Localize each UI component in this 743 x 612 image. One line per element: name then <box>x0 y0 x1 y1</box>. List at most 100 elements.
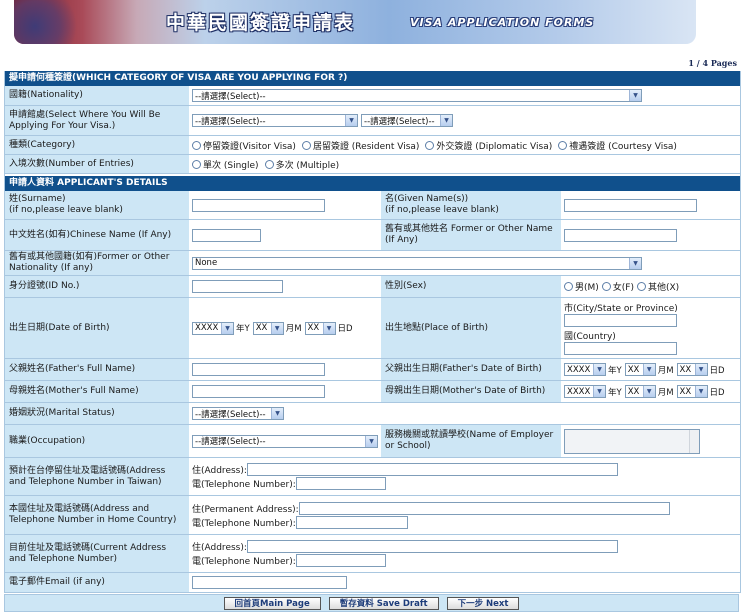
mother-name-label: 母親姓名(Mother's Full Name) <box>5 381 189 402</box>
mother-dob-label: 母親出生日期(Mother's Date of Birth) <box>381 381 561 402</box>
dob-year-select[interactable]: XXXX ▼ <box>192 321 234 335</box>
mother-name-input[interactable] <box>192 385 325 398</box>
chevron-down-icon: ▼ <box>629 257 641 269</box>
entries-multiple-radio[interactable]: 多次 (Multiple) <box>264 158 339 171</box>
row-home-address: 本國住址及電話號碼(Address and Telephone Number i… <box>5 496 740 535</box>
surname-input[interactable] <box>192 198 325 212</box>
chevron-down-icon: ▼ <box>322 322 335 334</box>
button-bar: 回首頁Main Page 暫存資料 Save Draft 下一步 Next <box>4 594 739 612</box>
current-telephone-input[interactable] <box>295 554 386 567</box>
row-apply-where: 申請館處(Select Where You Will Be Applying F… <box>5 106 740 136</box>
former-nationality-select[interactable]: None ▼ <box>192 256 642 270</box>
header-banner: 中華民國簽證申請表 VISA APPLICATION FORMS <box>14 0 696 44</box>
employer-label: 服務機關或就讀學校(Name of Employer or School) <box>381 425 561 457</box>
chevron-down-icon: ▼ <box>221 322 233 334</box>
row-birth: 出生日期(Date of Birth) XXXX ▼ 年Y XX ▼ 月M XX ▼ … <box>5 298 740 359</box>
dob-month-select[interactable]: XX ▼ <box>252 321 284 335</box>
chinese-name-label: 中文姓名(如有)Chinese Name (If Any) <box>5 220 189 250</box>
occupation-select[interactable]: --請選擇(Select)-- ▼ <box>192 434 378 448</box>
father-dob-day-select[interactable]: XX ▼ <box>676 363 708 376</box>
scrollbar[interactable] <box>689 429 699 453</box>
taiwan-address-label: 預計在台停留住址及電話號碼(Address and Telephone Numb… <box>5 458 189 495</box>
category-resident-radio[interactable]: 居留簽證 (Resident Visa) <box>301 139 419 152</box>
mother-dob-year-select[interactable]: XXXX ▼ <box>564 385 606 398</box>
nationality-select[interactable]: --請選擇(Select)-- ▼ <box>192 89 642 102</box>
given-name-label: 名(Given Name(s)) (if no,please leave blan… <box>381 191 561 219</box>
sex-label: 性別(Sex) <box>381 276 561 297</box>
save-draft-button[interactable]: 暫存資料 Save Draft <box>328 596 439 610</box>
row-nationality: 國籍(Nationality) --請選擇(Select)-- ▼ <box>5 86 740 106</box>
mother-dob-month-select[interactable]: XX ▼ <box>624 385 656 398</box>
row-marital: 婚姻狀況(Marital Status) --請選擇(Select)-- ▼ <box>5 403 740 425</box>
given-name-input[interactable] <box>564 198 697 212</box>
chevron-down-icon: ▼ <box>642 364 655 375</box>
sex-female-radio[interactable]: 女(F) <box>601 280 634 293</box>
chevron-down-icon: ▼ <box>593 364 605 375</box>
category-diplomatic-radio[interactable]: 外交簽證 (Diplomatic Visa) <box>425 139 552 152</box>
pob-city-label: 市(City/State or Province) <box>564 304 678 314</box>
chevron-down-icon: ▼ <box>270 322 283 334</box>
section-visa-title: 擬申請何種簽證(WHICH CATEGORY OF VISA ARE YOU A… <box>5 71 740 86</box>
flag-emblem-icon <box>14 0 84 44</box>
father-name-input[interactable] <box>192 363 325 376</box>
pob-country-label: 國(Country) <box>564 332 616 342</box>
row-chinese-name: 中文姓名(如有)Chinese Name (If Any) 舊有或其他姓名 Fo… <box>5 220 740 251</box>
row-entries: 入境次數(Number of Entries) 單次 (Single) 多次 (… <box>5 155 740 174</box>
row-current-address: 目前住址及電話號碼(Current Address and Telephone … <box>5 535 740 573</box>
email-input[interactable] <box>192 576 347 589</box>
chevron-down-icon: ▼ <box>629 90 641 101</box>
marital-label: 婚姻狀況(Marital Status) <box>5 403 189 424</box>
father-dob-year-select[interactable]: XXXX ▼ <box>564 363 606 376</box>
home-address-input[interactable] <box>298 501 670 515</box>
id-label: 身分證號(ID No.) <box>5 276 189 297</box>
chevron-down-icon: ▼ <box>593 386 605 397</box>
category-visitor-radio[interactable]: 停留簽證(Visitor Visa) <box>192 139 296 152</box>
row-email: 電子郵件Email (if any) <box>5 573 740 593</box>
former-name-label: 舊有或其他姓名 Former or Other Name (If Any) <box>381 220 561 250</box>
entries-single-radio[interactable]: 單次 (Single) <box>192 158 259 171</box>
father-name-label: 父親姓名(Father's Full Name) <box>5 359 189 380</box>
dob-day-select[interactable]: XX ▼ <box>304 321 336 335</box>
sex-other-radio[interactable]: 其他(X) <box>637 280 679 293</box>
home-address-label: 本國住址及電話號碼(Address and Telephone Number i… <box>5 496 189 534</box>
next-button[interactable]: 下一步 Next <box>446 596 520 610</box>
mother-dob-day-select[interactable]: XX ▼ <box>676 385 708 398</box>
former-name-input[interactable] <box>564 228 677 242</box>
home-telephone-input[interactable] <box>295 515 408 529</box>
row-former-nationality: 舊有或其他國籍(如有)Former or Other Nationality (… <box>5 251 740 276</box>
chevron-down-icon: ▼ <box>365 435 377 447</box>
row-father: 父親姓名(Father's Full Name) 父親出生日期(Father's… <box>5 359 740 381</box>
pob-label: 出生地點(Place of Birth) <box>381 298 561 358</box>
dob-label: 出生日期(Date of Birth) <box>5 298 189 358</box>
entries-label: 入境次數(Number of Entries) <box>5 155 189 173</box>
section-applicant-title: 申請人資料 APPLICANT'S DETAILS <box>5 176 740 191</box>
chevron-down-icon: ▼ <box>271 408 283 419</box>
id-input[interactable] <box>192 280 283 293</box>
category-courtesy-radio[interactable]: 禮遇簽證 (Courtesy Visa) <box>558 139 677 152</box>
current-address-input[interactable] <box>246 540 618 553</box>
chevron-down-icon: ▼ <box>345 115 357 126</box>
row-names: 姓(Surname) (if no,please leave blank) 名(G… <box>5 191 740 220</box>
chevron-down-icon: ▼ <box>694 364 707 375</box>
visa-form: 擬申請何種簽證(WHICH CATEGORY OF VISA ARE YOU A… <box>4 71 741 593</box>
taiwan-address-input[interactable] <box>246 463 618 476</box>
chinese-name-input[interactable] <box>192 228 261 242</box>
title-english: VISA APPLICATION FORMS <box>410 16 595 29</box>
row-mother: 母親姓名(Mother's Full Name) 母親出生日期(Mother's… <box>5 381 740 403</box>
taiwan-telephone-input[interactable] <box>295 477 386 490</box>
employer-textarea[interactable] <box>564 428 700 454</box>
sex-male-radio[interactable]: 男(M) <box>564 280 599 293</box>
apply-country-select[interactable]: --請選擇(Select)-- ▼ <box>192 114 358 127</box>
pob-country-input[interactable] <box>564 342 677 355</box>
row-occupation: 職業(Occupation) --請選擇(Select)-- ▼ 服務機關或就讀學… <box>5 425 740 458</box>
nationality-label: 國籍(Nationality) <box>5 86 189 105</box>
former-nationality-label: 舊有或其他國籍(如有)Former or Other Nationality (… <box>5 251 189 275</box>
category-label: 種類(Category) <box>5 136 189 154</box>
father-dob-month-select[interactable]: XX ▼ <box>624 363 656 376</box>
main-page-button[interactable]: 回首頁Main Page <box>223 596 321 610</box>
marital-select[interactable]: --請選擇(Select)-- ▼ <box>192 407 284 420</box>
apply-office-select[interactable]: --請選擇(Select)-- ▼ <box>361 114 453 127</box>
chevron-down-icon: ▼ <box>694 386 707 397</box>
apply-where-label: 申請館處(Select Where You Will Be Applying F… <box>5 106 189 135</box>
pob-city-input[interactable] <box>564 314 677 327</box>
